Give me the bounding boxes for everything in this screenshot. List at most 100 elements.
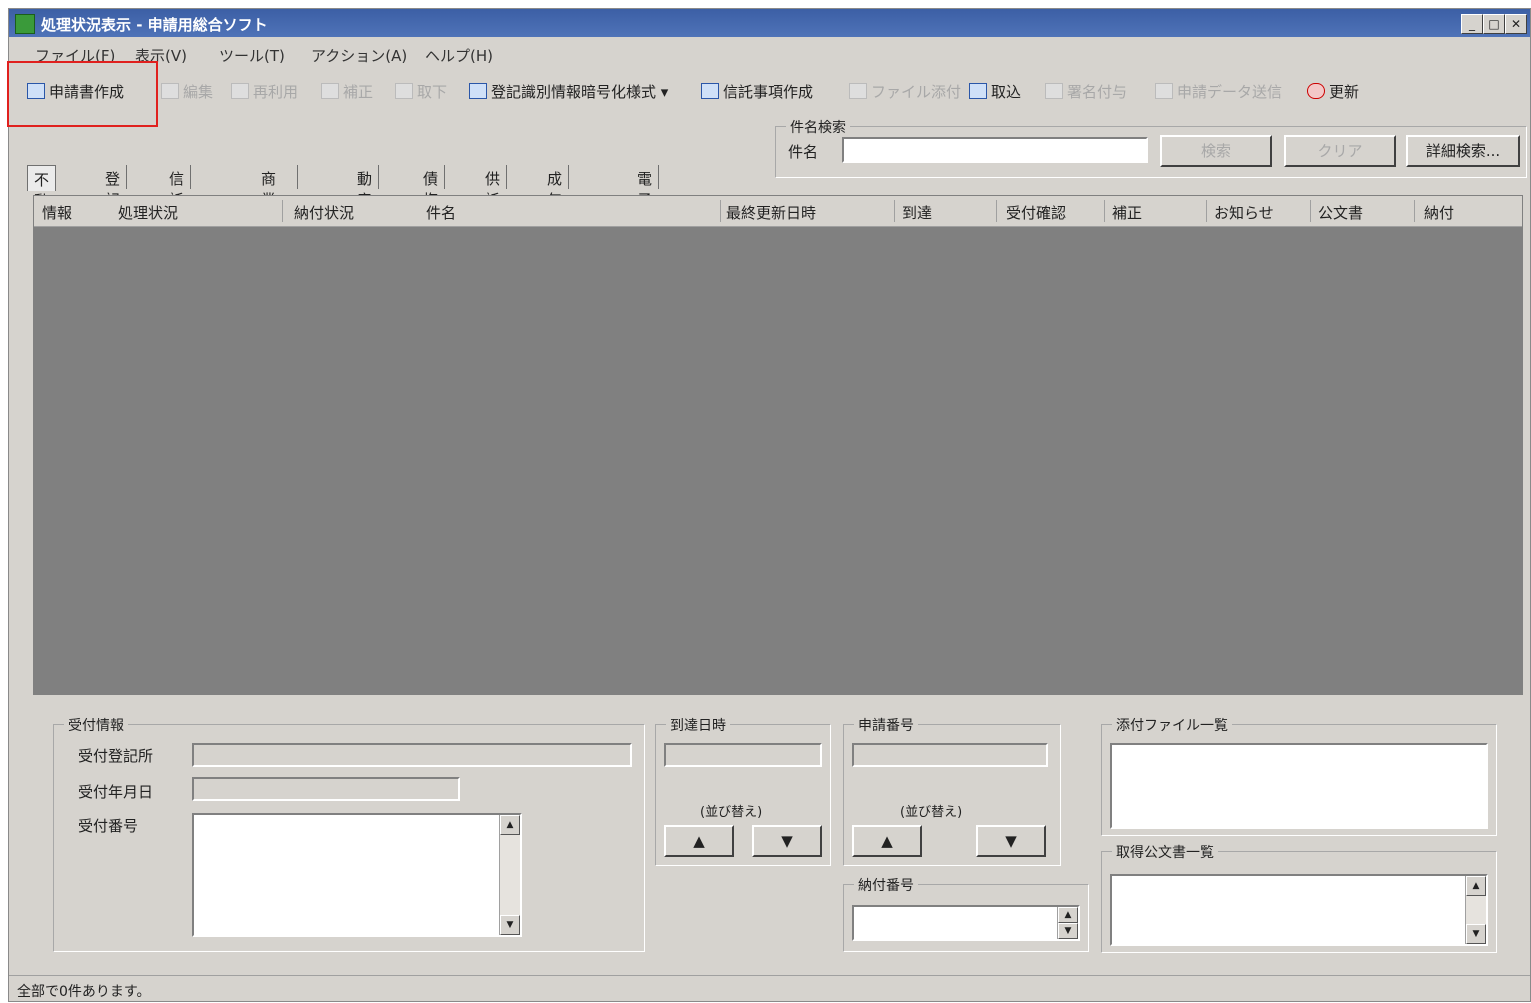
column-separator[interactable]	[1310, 200, 1311, 222]
maximize-button[interactable]: □	[1483, 14, 1505, 34]
send-application-button[interactable]: 申請データ送信	[1155, 79, 1282, 103]
vertical-scrollbar[interactable]: ▲ ▼	[1057, 907, 1078, 939]
table-header: 情報 処理状況 納付状況 件名 最終更新日時 到達 受付確認 補正 お知らせ 公…	[34, 196, 1522, 227]
column-header-payment[interactable]: 納付	[1424, 202, 1454, 223]
scroll-up-arrow-icon[interactable]: ▲	[1058, 907, 1078, 923]
application-number-group: 申請番号 (並び替え) ▲ ▼	[843, 715, 1061, 866]
tab-adult-guardianship[interactable]: 成年後見	[547, 165, 570, 251]
column-separator[interactable]	[894, 200, 895, 222]
column-header-official-doc[interactable]: 公文書	[1318, 202, 1363, 223]
subject-label: 件名	[788, 143, 819, 161]
scroll-down-arrow-icon[interactable]: ▼	[1058, 923, 1078, 939]
column-separator[interactable]	[282, 200, 283, 222]
application-number-legend: 申請番号	[854, 715, 918, 735]
column-header-status[interactable]: 処理状況	[118, 202, 178, 223]
attachment-list-legend: 添付ファイル一覧	[1112, 715, 1232, 735]
vertical-scrollbar[interactable]: ▲ ▼	[1465, 876, 1486, 944]
receipt-number-label: 受付番号	[78, 817, 139, 835]
scroll-down-arrow-icon[interactable]: ▼	[500, 915, 520, 935]
official-document-list-legend: 取得公文書一覧	[1112, 842, 1218, 862]
arrival-datetime-field	[664, 743, 822, 767]
highlight-box	[7, 61, 158, 127]
import-icon	[969, 83, 987, 99]
receipt-office-field	[192, 743, 632, 767]
menu-bar: ファイル(F) 表示(V) ツール(T) アクション(A) ヘルプ(H)	[9, 41, 1530, 67]
column-separator[interactable]	[1414, 200, 1415, 222]
receipt-info-group: 受付情報 受付登記所 受付年月日 受付番号 ▲ ▼	[53, 715, 645, 952]
table-icon	[701, 83, 719, 99]
search-button[interactable]: 検索	[1160, 135, 1272, 167]
refresh-button[interactable]: 更新	[1307, 79, 1359, 103]
tab-movables[interactable]: 動産	[357, 165, 380, 209]
status-table[interactable]: 情報 処理状況 納付状況 件名 最終更新日時 到達 受付確認 補正 お知らせ 公…	[33, 195, 1523, 695]
column-header-correction[interactable]: 補正	[1112, 202, 1142, 223]
arrival-sort-asc-button[interactable]: ▲	[664, 825, 734, 857]
menu-help[interactable]: ヘルプ(H)	[425, 45, 493, 66]
sign-button[interactable]: 署名付与	[1045, 79, 1127, 103]
attach-icon	[849, 83, 867, 99]
copy-icon	[231, 83, 249, 99]
scroll-up-arrow-icon[interactable]: ▲	[500, 815, 520, 835]
refresh-icon	[1307, 83, 1325, 99]
reuse-button[interactable]: 再利用	[231, 79, 298, 103]
trust-item-create-button[interactable]: 信託事項作成	[701, 79, 813, 103]
title-bar: 処理状況表示 - 申請用総合ソフト _ □ ✕	[9, 9, 1530, 37]
column-separator[interactable]	[1104, 200, 1105, 222]
receipt-date-field	[192, 777, 460, 801]
arrival-sort-desc-button[interactable]: ▼	[752, 825, 822, 857]
attachment-list-group: 添付ファイル一覧	[1101, 715, 1497, 836]
column-header-arrival[interactable]: 到達	[902, 202, 932, 223]
payment-number-field[interactable]: ▲ ▼	[852, 905, 1080, 941]
column-separator[interactable]	[996, 200, 997, 222]
send-icon	[1155, 83, 1173, 99]
official-document-list[interactable]: ▲ ▼	[1110, 874, 1488, 946]
tab-trust-items[interactable]: 信託事項	[169, 165, 192, 251]
registration-id-encrypt-button[interactable]: 登記識別情報暗号化様式 ▾	[469, 79, 668, 103]
correct-button[interactable]: 補正	[321, 79, 373, 103]
column-header-payment-status[interactable]: 納付状況	[294, 202, 354, 223]
column-header-last-updated[interactable]: 最終更新日時	[726, 202, 816, 223]
minimize-button[interactable]: _	[1461, 14, 1483, 34]
application-window: 処理状況表示 - 申請用総合ソフト _ □ ✕ ファイル(F) 表示(V) ツー…	[7, 8, 1531, 1002]
scroll-down-arrow-icon[interactable]: ▼	[1466, 924, 1486, 944]
application-sort-desc-button[interactable]: ▼	[976, 825, 1046, 857]
clear-button[interactable]: クリア	[1284, 135, 1396, 167]
window-title: 処理状況表示 - 申請用総合ソフト	[41, 16, 268, 34]
column-header-receipt-confirm[interactable]: 受付確認	[1006, 202, 1066, 223]
tab-electronic-notary[interactable]: 電子公証	[637, 165, 660, 251]
payment-number-legend: 納付番号	[854, 875, 918, 895]
menu-tools[interactable]: ツール(T)	[219, 45, 285, 66]
import-button[interactable]: 取込	[969, 79, 1021, 103]
application-sort-asc-button[interactable]: ▲	[852, 825, 922, 857]
correct-icon	[321, 83, 339, 99]
column-header-info[interactable]: 情報	[42, 202, 72, 223]
scroll-up-arrow-icon[interactable]: ▲	[1466, 876, 1486, 896]
edit-icon	[161, 83, 179, 99]
attach-file-button[interactable]: ファイル添付	[849, 79, 961, 103]
column-header-notice[interactable]: お知らせ	[1214, 202, 1274, 223]
tab-registration[interactable]: 登記	[105, 165, 128, 209]
edit-button[interactable]: 編集	[161, 79, 213, 103]
tab-receivables[interactable]: 債権	[423, 165, 446, 209]
tab-commercial-corporate[interactable]: 商業・法人	[261, 165, 298, 230]
menu-action[interactable]: アクション(A)	[311, 45, 407, 66]
arrival-datetime-group: 到達日時 (並び替え) ▲ ▼	[655, 715, 831, 866]
detailed-search-button[interactable]: 詳細検索...	[1406, 135, 1520, 167]
withdraw-icon	[395, 83, 413, 99]
official-document-list-group: 取得公文書一覧 ▲ ▼	[1101, 842, 1497, 953]
close-button[interactable]: ✕	[1505, 14, 1527, 34]
column-header-subject[interactable]: 件名	[426, 202, 456, 223]
lock-document-icon	[469, 83, 487, 99]
subject-search-input[interactable]	[842, 137, 1148, 163]
column-separator[interactable]	[1206, 200, 1207, 222]
tab-real-estate[interactable]: 不動産	[27, 165, 57, 231]
withdraw-button[interactable]: 取下	[395, 79, 447, 103]
tab-deposit[interactable]: 供託	[485, 165, 508, 209]
attachment-list[interactable]	[1110, 743, 1488, 829]
receipt-number-field[interactable]: ▲ ▼	[192, 813, 522, 937]
column-separator[interactable]	[720, 200, 721, 222]
status-bar: 全部で0件あります。	[9, 975, 1530, 1002]
vertical-scrollbar[interactable]: ▲ ▼	[499, 815, 520, 935]
sign-icon	[1045, 83, 1063, 99]
receipt-date-label: 受付年月日	[78, 783, 154, 801]
